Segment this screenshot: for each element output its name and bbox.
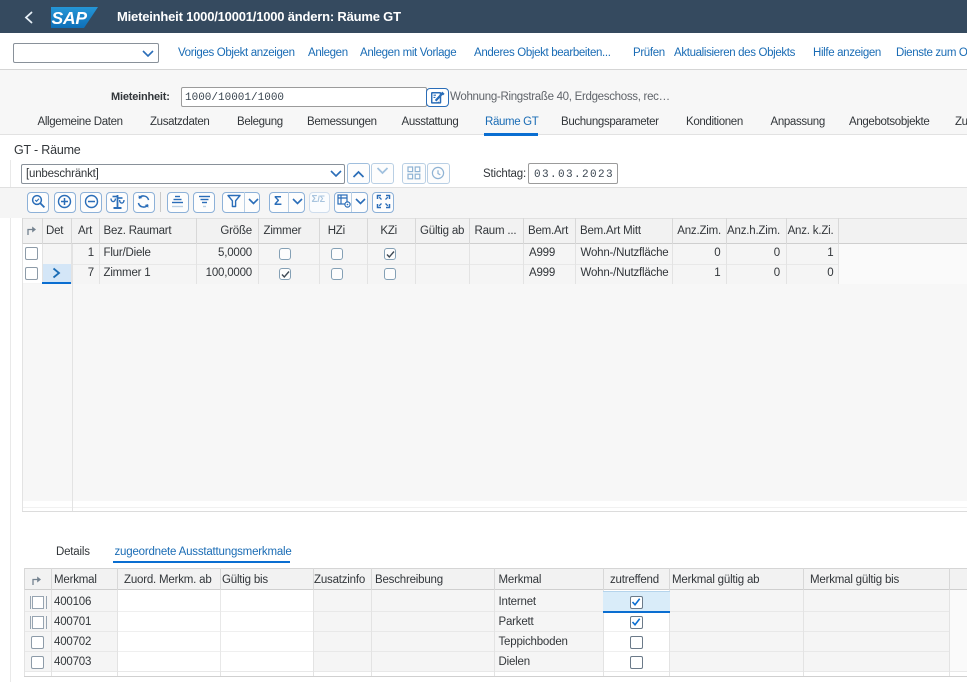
svg-text:SAP: SAP (52, 8, 88, 28)
